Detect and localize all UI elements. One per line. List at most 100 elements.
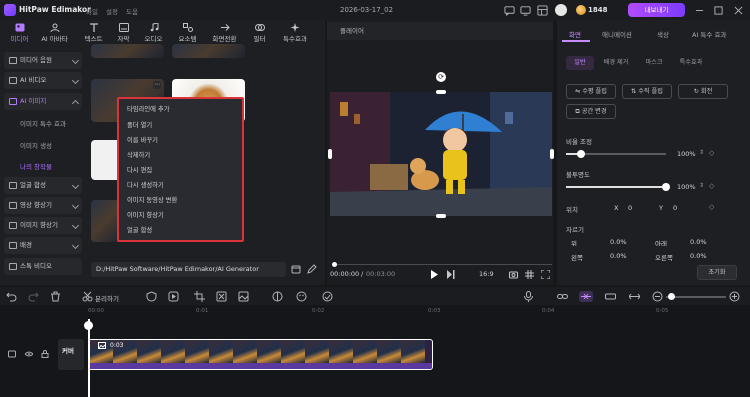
context-open-folder[interactable]: 폴더 열기 bbox=[127, 120, 152, 129]
flip-horizontal-button[interactable]: ⇋ 수평 플립 bbox=[566, 84, 616, 99]
sidebar-subitem-image-effects[interactable]: 이미지 특수 효과 bbox=[20, 118, 66, 128]
sidebar-item-image-enhancer[interactable]: 이미지 향상기 bbox=[4, 217, 82, 234]
media-thumbnail[interactable] bbox=[91, 44, 164, 58]
context-image-to-video[interactable]: 이미지 동영상 변환 bbox=[127, 195, 177, 204]
split-label[interactable]: 분리하기 bbox=[95, 293, 119, 303]
sidebar-item-media-audio[interactable]: 미디어 음원 bbox=[4, 52, 82, 69]
speed-icon[interactable] bbox=[168, 291, 179, 302]
flip-vertical-button[interactable]: ⇅ 수직 플립 bbox=[622, 84, 672, 99]
crop-right-value[interactable]: 0.0% bbox=[690, 252, 707, 260]
tab-transition[interactable]: 화면전환 bbox=[207, 20, 242, 44]
tab-color[interactable]: 색상 bbox=[657, 29, 669, 39]
undo-icon[interactable] bbox=[6, 291, 17, 302]
sidebar-item-background[interactable]: 배경 bbox=[4, 237, 82, 254]
menu-file[interactable]: 파일 bbox=[86, 6, 98, 16]
timeline-clip[interactable] bbox=[88, 339, 433, 370]
sidebar-subitem-my-creations[interactable]: 나의 창작물 bbox=[20, 161, 52, 171]
tab-ai-avatar[interactable]: AI 아바타 bbox=[37, 20, 72, 44]
sidebar-item-face-swap[interactable]: 얼굴 합성 bbox=[4, 177, 82, 194]
color-adjust-icon[interactable] bbox=[272, 291, 283, 302]
context-re-edit[interactable]: 다시 편집 bbox=[127, 165, 152, 174]
rotate-handle-icon[interactable]: ⟳ bbox=[436, 72, 446, 82]
keyframe-icon[interactable]: ◇ bbox=[709, 182, 714, 190]
crop-top-value[interactable]: 0.0% bbox=[610, 238, 627, 246]
keyframe-icon[interactable]: ◇ bbox=[709, 149, 714, 157]
track-height-icon[interactable] bbox=[605, 291, 616, 302]
context-add-to-timeline[interactable]: 타임라인에 추가 bbox=[127, 104, 170, 113]
maximize-icon[interactable] bbox=[714, 6, 725, 17]
delete-icon[interactable] bbox=[50, 291, 61, 302]
user-avatar[interactable] bbox=[555, 4, 567, 16]
tab-filter[interactable]: 필터 bbox=[242, 20, 277, 44]
zoom-out-icon[interactable] bbox=[652, 291, 663, 302]
export-button[interactable]: 내보내기 bbox=[628, 3, 685, 17]
freeze-frame-icon[interactable] bbox=[216, 291, 227, 302]
tab-screen[interactable]: 화면 bbox=[569, 29, 581, 39]
sidebar-item-video-enhancer[interactable]: 영상 향상기 bbox=[4, 197, 82, 214]
tab-animation[interactable]: 애니메이션 bbox=[602, 29, 632, 39]
resize-handle-right[interactable] bbox=[550, 149, 554, 159]
link-icon[interactable] bbox=[557, 291, 568, 302]
space-change-button[interactable]: ⧉ 공간 변경 bbox=[566, 104, 616, 119]
sidebar-item-stock-video[interactable]: 스톡 비디오 bbox=[4, 258, 82, 275]
media-thumbnail[interactable] bbox=[172, 44, 245, 58]
opacity-value[interactable]: 100% bbox=[677, 183, 696, 191]
tab-media[interactable]: 미디어 bbox=[2, 20, 37, 44]
tab-audio[interactable]: 오디오 bbox=[136, 20, 171, 44]
aspect-ratio-select[interactable]: 16:9 bbox=[479, 270, 494, 278]
playhead[interactable] bbox=[88, 319, 90, 397]
fullscreen-icon[interactable] bbox=[541, 270, 550, 279]
context-face-swap[interactable]: 얼굴 합성 bbox=[127, 225, 152, 234]
keyframe-icon[interactable]: ◇ bbox=[709, 203, 714, 211]
opacity-slider-knob[interactable] bbox=[662, 183, 670, 191]
tab-elements[interactable]: 요소템 bbox=[170, 20, 205, 44]
context-regenerate[interactable]: 다시 생성하기 bbox=[127, 180, 164, 189]
menu-help[interactable]: 도움 bbox=[126, 6, 138, 16]
resize-handle-left[interactable] bbox=[328, 149, 332, 159]
scale-slider-knob[interactable] bbox=[577, 150, 585, 158]
tab-ai-effects[interactable]: AI 특수 효과 bbox=[692, 29, 726, 39]
crop-label[interactable]: 자르기 bbox=[566, 224, 584, 234]
layout-icon[interactable] bbox=[537, 5, 548, 16]
sidebar-subitem-image-generate[interactable]: 이미지 생성 bbox=[20, 140, 52, 150]
play-icon[interactable] bbox=[430, 270, 439, 279]
zoom-slider[interactable] bbox=[666, 296, 726, 298]
shield-icon[interactable] bbox=[146, 291, 157, 302]
subtab-remove-bg[interactable]: 배경 제거 bbox=[597, 56, 635, 70]
zoom-in-icon[interactable] bbox=[729, 291, 740, 302]
stepper-icon[interactable]: ⇕ bbox=[699, 149, 704, 156]
snapshot-icon[interactable] bbox=[509, 270, 518, 279]
lock-icon[interactable] bbox=[41, 350, 49, 358]
more-tools-icon[interactable] bbox=[322, 291, 333, 302]
snap-icon[interactable] bbox=[579, 291, 593, 302]
context-rename[interactable]: 이름 바꾸기 bbox=[127, 135, 158, 144]
crop-left-value[interactable]: 0.0% bbox=[610, 252, 627, 260]
face-detect-icon[interactable] bbox=[296, 291, 307, 302]
folder-open-icon[interactable] bbox=[291, 264, 301, 274]
preview-canvas[interactable] bbox=[330, 92, 552, 216]
timeline-ruler[interactable] bbox=[88, 305, 750, 319]
zoom-slider-knob[interactable] bbox=[668, 293, 675, 300]
stepper-icon[interactable]: ⇕ bbox=[699, 182, 704, 189]
x-value[interactable]: 0 bbox=[628, 204, 632, 212]
subtab-mask[interactable]: 마스크 bbox=[639, 56, 669, 70]
image-adjust-icon[interactable] bbox=[238, 291, 249, 302]
grid-icon[interactable] bbox=[525, 270, 534, 279]
minimize-icon[interactable] bbox=[695, 6, 706, 17]
playhead-handle[interactable] bbox=[84, 321, 93, 330]
resize-handle-top[interactable] bbox=[436, 90, 446, 94]
rotate-button[interactable]: ↻ 회전 bbox=[678, 84, 728, 99]
subtab-effects[interactable]: 특수효과 bbox=[673, 56, 709, 70]
more-options-icon[interactable]: ⋯ bbox=[153, 81, 161, 89]
next-frame-icon[interactable] bbox=[446, 270, 455, 279]
track-settings-icon[interactable] bbox=[8, 350, 16, 358]
redo-icon[interactable] bbox=[28, 291, 39, 302]
monitor-icon[interactable] bbox=[520, 5, 531, 16]
progress-knob[interactable] bbox=[332, 262, 337, 267]
context-image-enhancer[interactable]: 이미지 향상기 bbox=[127, 210, 164, 219]
split-icon[interactable] bbox=[82, 291, 93, 302]
scale-value[interactable]: 100% bbox=[677, 150, 696, 158]
microphone-icon[interactable] bbox=[523, 291, 534, 302]
message-icon[interactable] bbox=[504, 5, 515, 16]
subtab-general[interactable]: 일반 bbox=[566, 56, 594, 70]
